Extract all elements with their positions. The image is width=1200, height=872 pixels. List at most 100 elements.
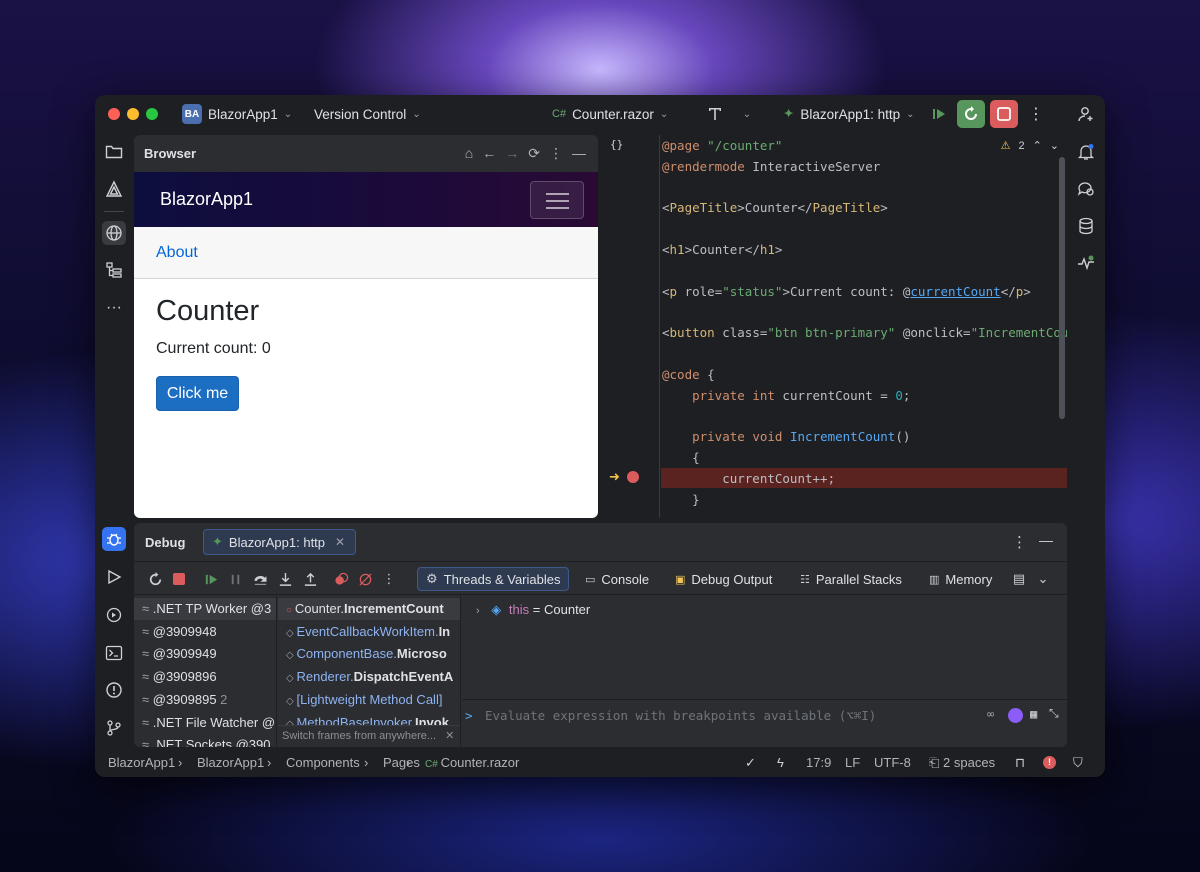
triangle-tool-icon[interactable] xyxy=(102,177,126,201)
thread-row[interactable]: ≈ @3909896 xyxy=(134,666,276,688)
minimize-window-button[interactable] xyxy=(127,108,139,120)
zoom-window-button[interactable] xyxy=(146,108,158,120)
layout-icon[interactable]: ▤ xyxy=(1010,570,1028,588)
close-icon[interactable]: ✕ xyxy=(335,535,345,549)
frame-row[interactable]: ○ Counter.IncrementCount xyxy=(278,598,460,620)
format-icon[interactable] xyxy=(701,100,729,128)
app-brand[interactable]: BlazorApp1 xyxy=(160,189,253,210)
braces-icon[interactable]: {} xyxy=(610,138,623,151)
code-line[interactable]: <PageTitle>Counter</PageTitle> xyxy=(662,198,888,218)
project-selector[interactable]: BA BlazorApp1 ⌄ xyxy=(182,103,292,125)
evaluate-icon[interactable] xyxy=(1008,708,1023,723)
inspections-check-icon[interactable]: ✓ xyxy=(745,755,756,771)
frame-row[interactable]: ◇ [Lightweight Method Call] xyxy=(278,689,460,711)
code-line[interactable]: @code { xyxy=(662,365,715,385)
globe-icon[interactable] xyxy=(102,221,126,245)
forward-icon[interactable]: → xyxy=(505,145,519,162)
frame-row[interactable]: ◇ Renderer.DispatchEventA xyxy=(278,666,460,688)
ai-assistant-icon[interactable]: ϟ xyxy=(777,755,784,770)
services-icon[interactable] xyxy=(102,603,126,627)
breadcrumb-item[interactable]: BlazorApp1 xyxy=(197,755,264,770)
back-icon[interactable]: ← xyxy=(482,145,496,162)
minimize-panel-icon[interactable]: — xyxy=(1039,532,1053,548)
about-link[interactable]: About xyxy=(156,244,198,262)
indent-setting[interactable]: ⎗ 2 spaces xyxy=(929,755,995,771)
reload-icon[interactable]: ⟳ xyxy=(528,145,540,162)
ai-chat-icon[interactable] xyxy=(1074,177,1098,201)
chevron-down-icon[interactable]: ⌄ xyxy=(1034,570,1052,588)
breadcrumb-item[interactable]: Pages xyxy=(383,755,420,770)
chevron-up-icon[interactable]: ⌃ xyxy=(1033,139,1042,152)
file-encoding[interactable]: UTF-8 xyxy=(874,755,911,770)
resume-icon[interactable] xyxy=(202,570,220,588)
step-over-icon[interactable] xyxy=(251,570,269,588)
git-icon[interactable] xyxy=(102,716,126,740)
expand-icon[interactable]: › xyxy=(476,605,480,617)
terminal-icon[interactable] xyxy=(102,641,126,665)
debug-icon[interactable] xyxy=(102,527,126,551)
minimize-panel-icon[interactable]: — xyxy=(572,145,586,162)
vcs-menu[interactable]: Version Control ⌄ xyxy=(314,103,421,125)
run-config-selector[interactable]: ✦ BlazorApp1: http ⌄ xyxy=(783,103,915,125)
variable-row[interactable]: › ◈ this = Counter xyxy=(476,599,590,621)
click-me-button[interactable]: Click me xyxy=(156,376,239,411)
more-vertical-icon[interactable]: ⋮ xyxy=(549,145,563,162)
frame-row[interactable]: ◇ ComponentBase.Microso xyxy=(278,643,460,665)
breakpoint-icon[interactable] xyxy=(627,471,639,483)
tab-debug-output[interactable]: ▣ Debug Output xyxy=(667,567,780,591)
thread-row[interactable]: ≈ .NET Sockets @390 xyxy=(134,734,276,747)
code-text[interactable]: @page "/counter" @rendermode InteractiveS… xyxy=(662,135,1067,518)
code-line[interactable]: <button class="btn btn-primary" @onclick… xyxy=(662,323,1067,343)
thread-row[interactable]: ≈ @3909949 xyxy=(134,643,276,665)
breadcrumb-item[interactable]: C# Counter.razor xyxy=(425,755,519,770)
more-vertical-icon[interactable]: ⋮ xyxy=(380,570,398,588)
database-icon[interactable] xyxy=(1074,214,1098,238)
line-ending[interactable]: LF xyxy=(845,755,860,770)
inspection-widget[interactable]: ⚠ 2 ⌃ ⌄ xyxy=(1001,139,1059,153)
run-icon[interactable] xyxy=(102,565,126,589)
rerun-icon[interactable] xyxy=(146,570,164,588)
close-window-button[interactable] xyxy=(108,108,120,120)
frame-row[interactable]: ◇ EventCallbackWorkItem.In xyxy=(278,621,460,643)
thread-row[interactable]: ≈ @3909895 2 xyxy=(134,689,276,711)
code-editor[interactable]: {} ➜ @page "/counter" @rendermode Interac… xyxy=(604,135,1067,518)
add-user-icon[interactable] xyxy=(1072,100,1100,128)
code-line[interactable]: @rendermode InteractiveServer xyxy=(662,157,880,177)
more-horizontal-icon[interactable]: ··· xyxy=(102,296,126,320)
resume-icon[interactable] xyxy=(925,100,953,128)
folder-icon[interactable] xyxy=(102,140,126,164)
step-into-icon[interactable] xyxy=(276,570,294,588)
tab-threads-variables[interactable]: ⚙ Threads & Variables xyxy=(417,567,570,591)
code-line[interactable]: { xyxy=(662,448,700,468)
variables-view[interactable]: › ◈ this = Counter > Evaluate expression… xyxy=(462,596,1067,747)
error-icon[interactable]: ! xyxy=(1043,756,1056,769)
stop-icon[interactable] xyxy=(170,570,188,588)
chevron-down-icon[interactable]: ⌄ xyxy=(733,100,761,128)
editor-scrollbar[interactable] xyxy=(1059,157,1065,419)
code-line[interactable]: private int currentCount = 0; xyxy=(662,386,910,406)
code-line[interactable]: @page "/counter" xyxy=(662,136,782,156)
close-icon[interactable]: ✕ xyxy=(445,730,454,742)
step-out-icon[interactable] xyxy=(301,570,319,588)
caret-position[interactable]: 17:9 xyxy=(806,755,831,770)
lock-icon[interactable]: ⊓ xyxy=(1015,755,1025,771)
navbar-toggler-button[interactable] xyxy=(530,181,584,219)
rerun-icon[interactable] xyxy=(957,100,985,128)
mute-breakpoints-icon[interactable] xyxy=(356,570,374,588)
calculator-icon[interactable]: ▦ xyxy=(1030,707,1037,721)
code-line[interactable]: <h1>Counter</h1> xyxy=(662,240,782,260)
debug-session-tab[interactable]: ✦ BlazorApp1: http ✕ xyxy=(203,529,357,555)
shield-icon[interactable]: ⛉ xyxy=(1073,755,1083,771)
code-line[interactable]: private void IncrementCount() xyxy=(662,427,910,447)
watches-icon[interactable]: ∞ xyxy=(987,707,994,721)
pause-icon[interactable] xyxy=(226,570,244,588)
code-line[interactable]: <p role="status">Current count: @current… xyxy=(662,282,1031,302)
notifications-icon[interactable] xyxy=(1074,140,1098,164)
expand-field-icon[interactable]: ⤡ xyxy=(1049,706,1059,721)
code-line[interactable]: } xyxy=(662,490,700,510)
more-vertical-icon[interactable]: ⋮ xyxy=(1012,533,1027,551)
thread-row[interactable]: ≈ @3909948 xyxy=(134,621,276,643)
thread-row[interactable]: ≈ .NET TP Worker @3 xyxy=(134,598,276,620)
breadcrumb-item[interactable]: BlazorApp1 xyxy=(108,755,175,770)
frames-list[interactable]: ◇ MethodBaseInvoker.Invok ◇ [Lightweight … xyxy=(278,596,461,747)
